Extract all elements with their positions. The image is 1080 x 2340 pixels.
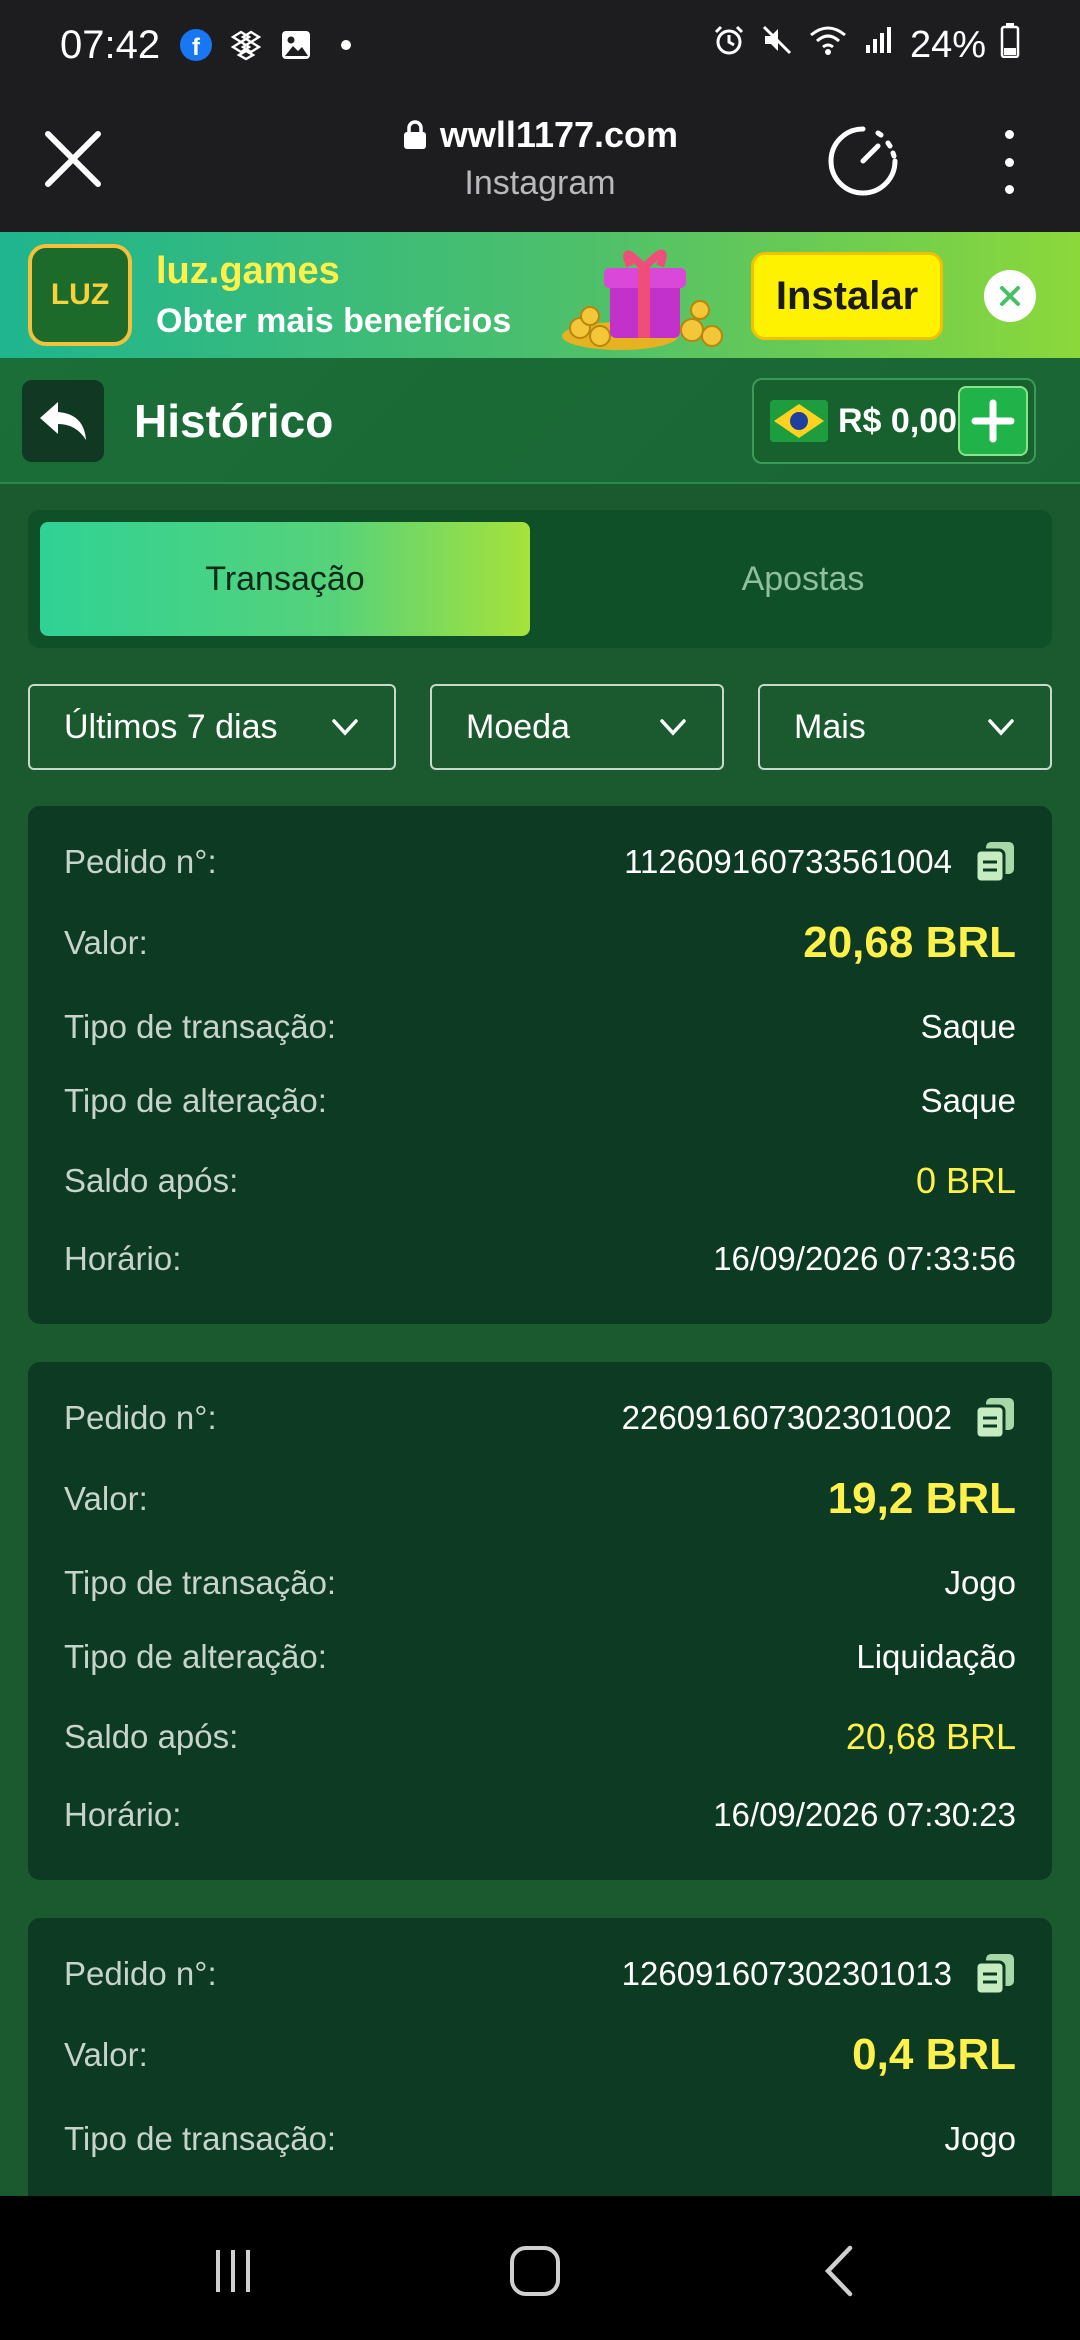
plus-icon [971,399,1015,443]
tx-type-label: Tipo de transação: [64,1564,337,1601]
chevron-down-icon [660,719,686,736]
time-value: 16/09/2026 07:33:56 [713,1240,1016,1277]
close-icon [1000,286,1020,306]
tab-apostas[interactable]: Apostas [568,522,1038,636]
change-type-label: Tipo de alteração: [64,1082,327,1119]
history-tabs: Transação Apostas [28,510,1052,648]
status-bar: 07:42 f 24% [0,0,1080,90]
period-filter-dropdown[interactable]: Últimos 7 dias [28,684,396,770]
back-nav-button[interactable] [806,2236,876,2306]
facebook-icon: f [178,27,214,63]
brazil-flag-icon [770,400,828,442]
close-banner-button[interactable] [984,270,1036,322]
status-time: 07:42 [60,22,161,67]
more-filter-label: Mais [794,707,866,746]
order-number: 112609160733561004 [624,843,952,880]
transaction-value: 19,2 BRL [827,1474,1016,1523]
app-logo: LUZ [28,244,132,346]
transaction-value: 0,4 BRL [852,2030,1016,2079]
balance-after-label: Saldo após: [64,1718,239,1755]
page-url: wwll1177.com [439,114,679,155]
value-label: Valor: [64,1480,148,1517]
system-nav-bar [0,2196,1080,2340]
balance-after-label: Saldo após: [64,1162,239,1199]
signal-icon [862,23,896,67]
page-header: Histórico R$ 0,00 [0,358,1080,484]
back-button[interactable] [22,380,104,462]
balance-amount: R$ 0,00 [838,401,958,440]
recent-apps-icon [216,2250,250,2292]
copy-icon[interactable] [974,1396,1016,1440]
currency-filter-dropdown[interactable]: Moeda [430,684,724,770]
order-label: Pedido n°: [64,843,217,880]
order-label: Pedido n°: [64,1955,217,1992]
wifi-icon [808,23,848,67]
change-type-label: Tipo de alteração: [64,1638,327,1675]
browser-menu-button[interactable] [996,130,1022,194]
chevron-left-icon [824,2245,853,2297]
tx-type-label: Tipo de transação: [64,2120,337,2157]
dropbox-icon [228,27,264,63]
battery-percent: 24% [909,23,986,66]
tx-type-label: Tipo de transação: [64,1008,337,1045]
time-label: Horário: [64,1240,182,1277]
lock-icon [403,120,426,149]
order-number: 226091607302301002 [621,1399,952,1436]
tx-type-value: Jogo [944,2120,1016,2157]
alarm-icon [712,23,746,67]
more-icon [1004,130,1014,139]
address-area[interactable]: wwll1177.com Instagram [0,114,1080,203]
browser-timer-button[interactable] [826,124,900,198]
app-tagline: Obter mais benefícios [156,302,512,340]
change-type-value: Liquidação [856,1638,1016,1675]
time-value: 16/09/2026 07:30:23 [713,1796,1016,1833]
more-filter-dropdown[interactable]: Mais [758,684,1052,770]
recent-apps-button[interactable] [198,2236,268,2306]
gallery-icon [278,27,314,63]
deposit-button[interactable] [958,386,1028,456]
install-button[interactable]: Instalar [751,252,943,340]
tx-type-value: Saque [920,1008,1016,1045]
transaction-value: 20,68 BRL [803,918,1016,967]
order-number: 126091607302301013 [621,1955,952,1992]
install-banner: LUZ luz.games Obter mais benefícios Inst… [0,232,1080,358]
balance-after-value: 0 BRL [915,1160,1016,1201]
home-button[interactable] [500,2236,570,2306]
balance-after-value: 20,68 BRL [845,1716,1016,1757]
time-label: Horário: [64,1796,182,1833]
tab-transacao[interactable]: Transação [40,522,530,636]
chevron-down-icon [332,719,358,736]
browser-subtitle: Instagram [464,164,616,202]
app-name: luz.games [156,250,340,292]
battery-icon [1000,22,1020,68]
back-arrow-icon [40,402,86,440]
change-type-value: Saque [920,1082,1016,1119]
home-icon [510,2246,560,2296]
gift-icon [560,240,740,352]
copy-icon[interactable] [974,840,1016,884]
period-filter-label: Últimos 7 dias [64,707,278,746]
currency-filter-label: Moeda [466,707,570,746]
transaction-card: Pedido n°: 226091607302301002 Valor: 19,… [28,1362,1052,1880]
page-title: Histórico [134,395,334,447]
value-label: Valor: [64,2036,148,2073]
transaction-card: Pedido n°: 126091607302301013 Valor: 0,4… [28,1918,1052,2218]
copy-icon[interactable] [974,1952,1016,1996]
timer-icon [828,126,898,196]
chevron-down-icon [988,719,1014,736]
order-label: Pedido n°: [64,1399,217,1436]
svg-text:f: f [192,34,201,61]
balance-widget: R$ 0,00 [752,378,1036,464]
transaction-card: Pedido n°: 112609160733561004 Valor: 20,… [28,806,1052,1324]
value-label: Valor: [64,924,148,961]
browser-toolbar: wwll1177.com Instagram [0,90,1080,232]
dot-icon [328,27,364,63]
mute-icon [760,23,794,67]
tx-type-value: Jogo [944,1564,1016,1601]
